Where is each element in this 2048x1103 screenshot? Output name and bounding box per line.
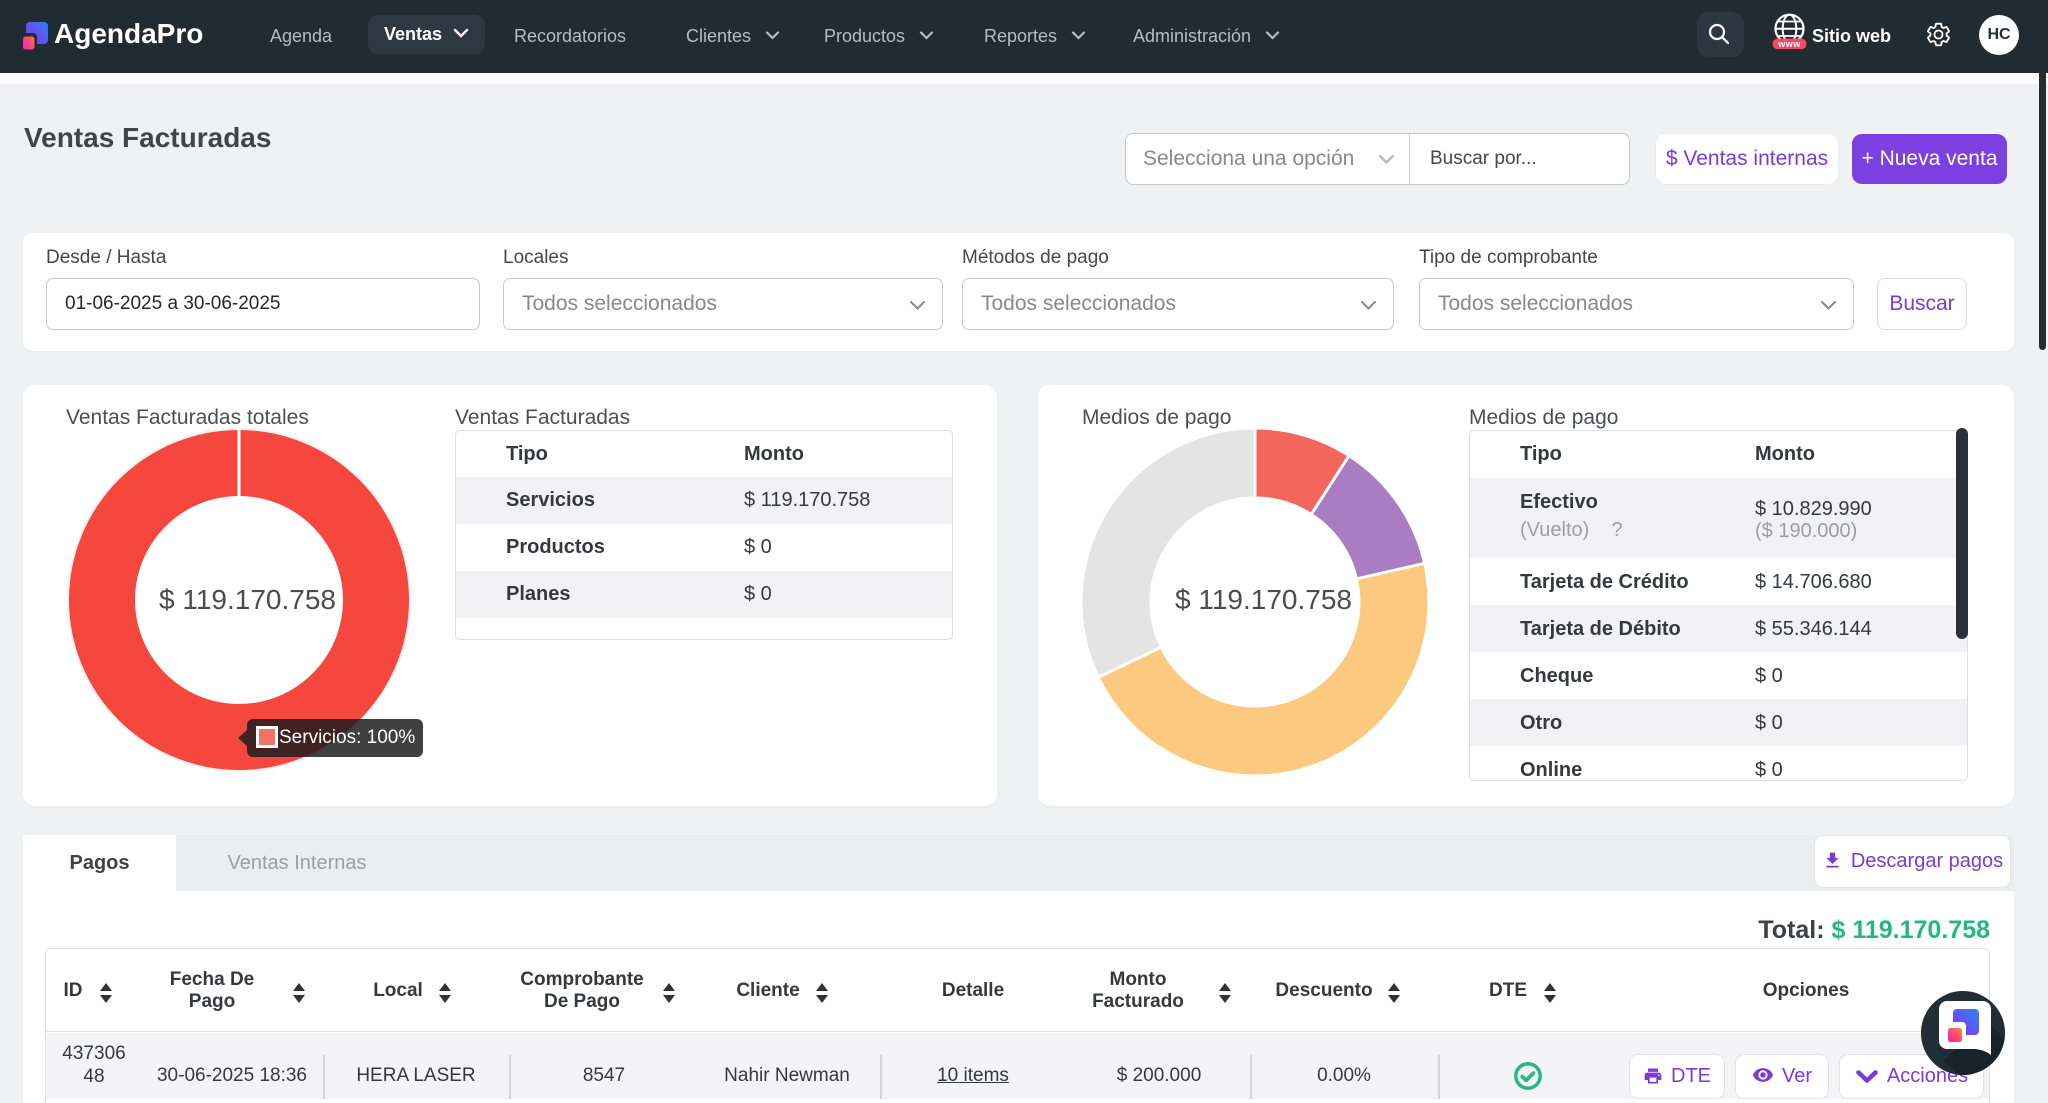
- svg-text:www: www: [1777, 39, 1801, 49]
